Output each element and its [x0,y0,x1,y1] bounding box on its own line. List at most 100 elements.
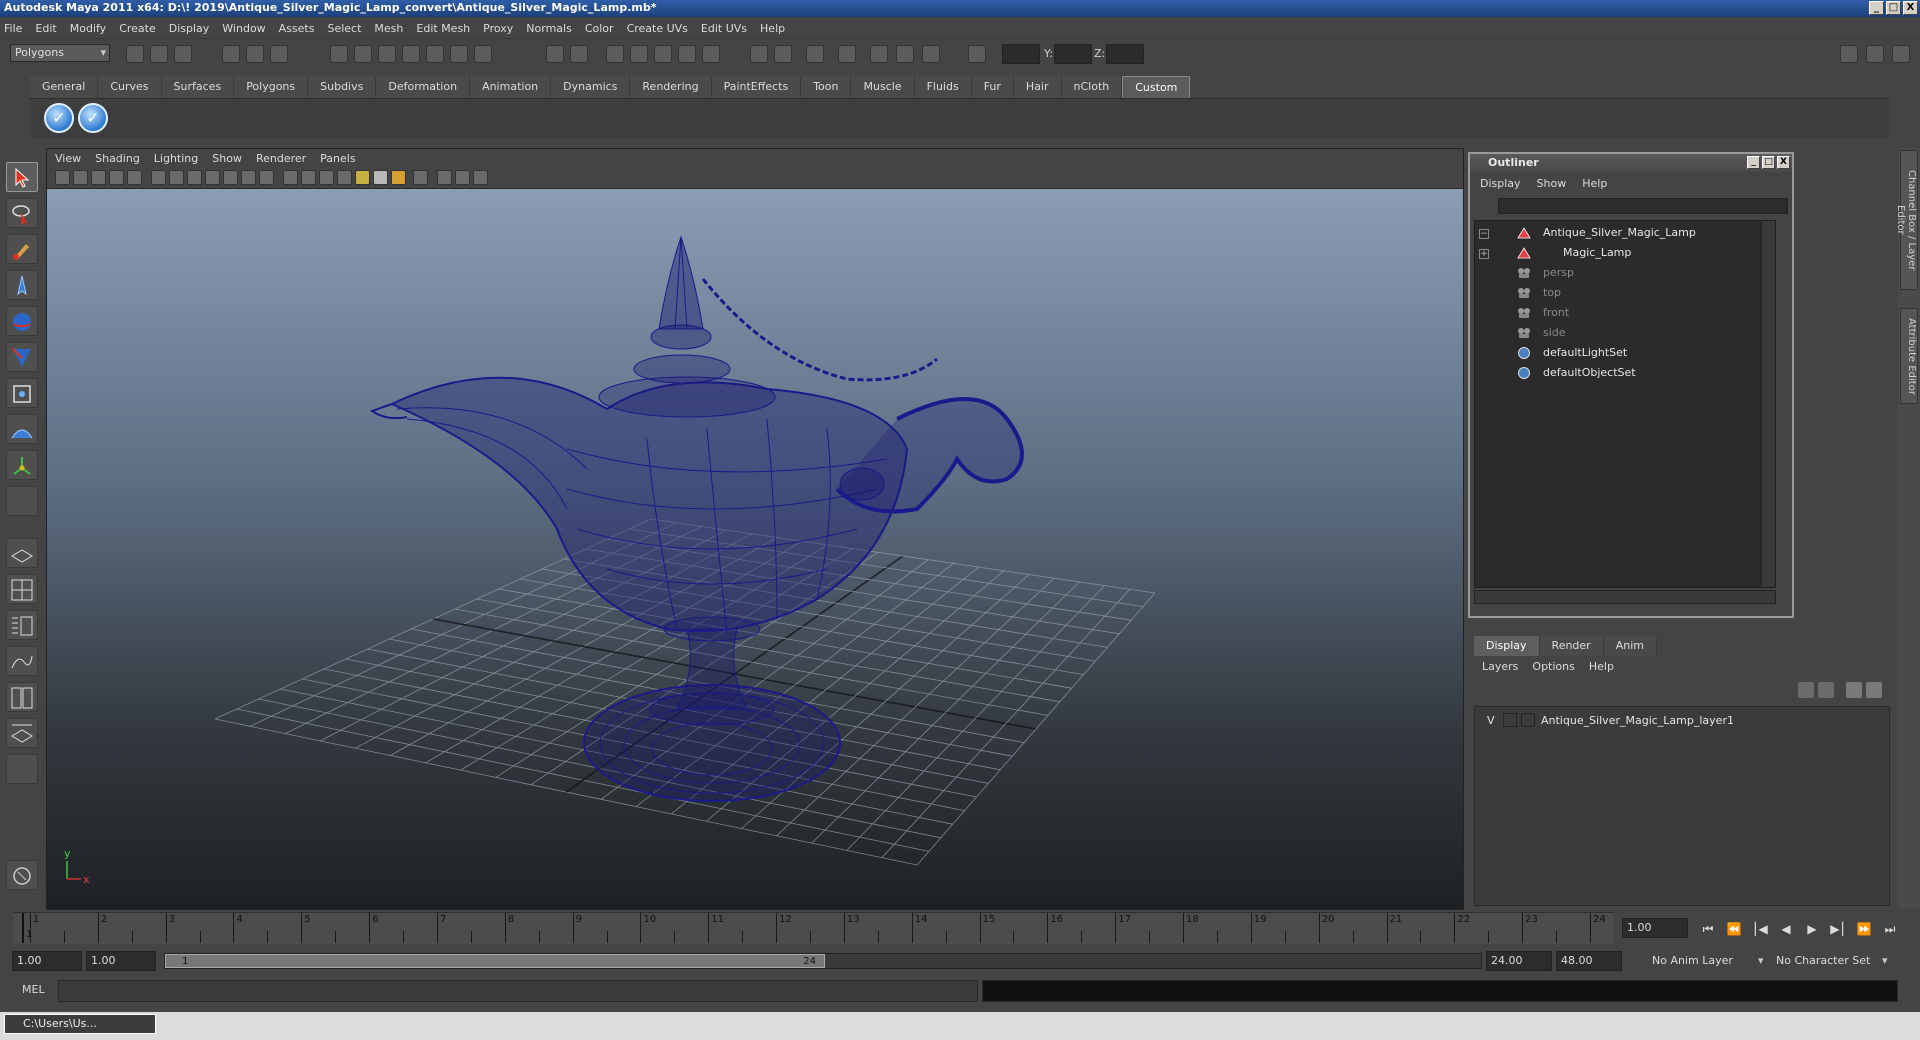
outliner-maximize-button[interactable]: □ [1762,156,1775,169]
channel-box-icon[interactable] [1866,45,1884,63]
film-gate-icon[interactable] [169,170,184,185]
safe-action-icon[interactable] [241,170,256,185]
time-slider[interactable]: 1 12345678910111213141516171819202122232… [14,912,1614,944]
select-tool-icon[interactable] [6,162,38,192]
grid-toggle-icon[interactable] [151,170,166,185]
snapshot-icon[interactable] [774,45,792,63]
outliner-menu-display[interactable]: Display [1480,177,1521,190]
image-plane-icon[interactable] [109,170,124,185]
outliner-close-button[interactable]: X [1777,156,1790,169]
animation-start-field[interactable]: 1.00 [12,951,82,971]
outliner-layout-icon[interactable] [6,610,38,640]
ipr-render-icon[interactable] [630,45,648,63]
new-scene-icon[interactable] [126,45,144,63]
menu-normals[interactable]: Normals [526,22,572,35]
camera-attributes-icon[interactable] [73,170,88,185]
tab-anim[interactable]: Anim [1603,636,1657,656]
outliner-scrollbar[interactable] [1761,221,1775,587]
default-lighting-icon[interactable] [355,170,370,185]
checkmark-icon[interactable]: ✓ [44,103,74,133]
render-region-icon[interactable] [702,45,720,63]
outliner-filter-input[interactable] [1498,198,1788,214]
render-frame-icon[interactable] [606,45,624,63]
viewport-menu-renderer[interactable]: Renderer [256,152,306,165]
lock-icon[interactable] [546,45,564,63]
menu-modify[interactable]: Modify [70,22,106,35]
new-layer-selected-icon[interactable] [1866,682,1882,698]
step-back-frame-icon[interactable]: ⏪ [1726,922,1742,936]
save-scene-icon[interactable] [174,45,192,63]
outliner-item[interactable]: top [1475,283,1775,303]
outliner-item[interactable]: + Magic_Lamp [1475,243,1775,263]
shelf-tab-painteffects[interactable]: PaintEffects [711,76,802,98]
layer-type-toggle[interactable] [1503,713,1517,727]
layer-visibility-toggle[interactable]: V [1487,714,1495,727]
viewport-menu-lighting[interactable]: Lighting [154,152,198,165]
render-settings-icon[interactable] [654,45,672,63]
show-manipulator-icon[interactable] [6,450,38,480]
select-component-icon[interactable] [270,45,288,63]
chevron-down-icon[interactable]: ▾ [1882,954,1888,967]
select-hierarchy-icon[interactable] [222,45,240,63]
shelf-tab-rendering[interactable]: Rendering [630,76,712,98]
y-input[interactable] [1054,44,1092,64]
tool-settings-icon[interactable] [1892,45,1910,63]
expand-icon[interactable]: + [1479,249,1489,259]
menu-proxy[interactable]: Proxy [483,22,513,35]
textured-icon[interactable] [337,170,352,185]
minimize-button[interactable]: _ [1869,1,1884,15]
four-view-layout-icon[interactable] [6,574,38,604]
shelf-tab-custom[interactable]: Custom [1122,76,1191,98]
snap-view-icon[interactable] [402,45,420,63]
current-frame-field[interactable]: 1.00 [1622,918,1688,938]
attribute-toggle-icon[interactable] [806,45,824,63]
tab-render[interactable]: Render [1539,636,1604,656]
layer-menu-help[interactable]: Help [1589,660,1614,673]
last-tool-icon[interactable] [6,486,38,516]
isolate-select-icon[interactable] [413,170,428,185]
shelf-tab-animation[interactable]: Animation [470,76,552,98]
playback-end-field[interactable]: 24.00 [1486,951,1552,971]
camera-select-icon[interactable] [55,170,70,185]
collapse-toolbox-icon[interactable] [6,754,38,784]
menu-file[interactable]: File [4,22,22,35]
menu-edit[interactable]: Edit [35,22,56,35]
shelf-tab-fluids[interactable]: Fluids [914,76,972,98]
menu-select[interactable]: Select [327,22,361,35]
hypershade-icon[interactable] [678,45,696,63]
outliner-menu-help[interactable]: Help [1582,177,1607,190]
shelf-tab-muscle[interactable]: Muscle [851,76,915,98]
construction-history-icon[interactable] [450,45,468,63]
xray-icon[interactable] [437,170,452,185]
hypershade-layout-icon[interactable] [6,682,38,712]
new-layer-icon[interactable] [1846,682,1862,698]
outliner-item[interactable]: persp [1475,263,1775,283]
viewport-menu-show[interactable]: Show [212,152,242,165]
shelf-tab-deformation[interactable]: Deformation [376,76,471,98]
universal-manipulator-icon[interactable] [6,378,38,408]
character-set-dropdown[interactable]: No Character Set [1772,951,1882,971]
smooth-shade-icon[interactable] [301,170,316,185]
sidebar-toggle-icon[interactable] [1840,45,1858,63]
menu-help[interactable]: Help [760,22,785,35]
camera-options-icon[interactable] [922,45,940,63]
render-view-icon[interactable] [838,45,856,63]
menu-assets[interactable]: Assets [279,22,315,35]
taskbar-item[interactable]: C:\Users\Us... [4,1014,156,1034]
bookmark-icon[interactable] [91,170,106,185]
single-perspective-layout-icon[interactable] [6,538,38,568]
shelf-tab-subdivs[interactable]: Subdivs [308,76,377,98]
go-to-end-icon[interactable]: ⏭ [1882,922,1898,936]
move-layer-up-icon[interactable] [1798,682,1814,698]
outliner-hscrollbar[interactable] [1474,590,1776,604]
playback-start-field[interactable]: 1.00 [86,951,156,971]
menu-display[interactable]: Display [169,22,210,35]
shelf-tab-general[interactable]: General [30,76,99,98]
step-forward-key-icon[interactable]: ▶⎮ [1830,922,1846,936]
go-to-start-icon[interactable]: ⏮ [1700,922,1716,936]
perspective-viewport[interactable]: View Shading Lighting Show Renderer Pane… [46,148,1464,910]
paint-tool-icon[interactable] [896,45,914,63]
field-chart-icon[interactable] [223,170,238,185]
step-back-key-icon[interactable]: ⎮◀ [1752,922,1768,936]
viewport-menu-panels[interactable]: Panels [320,152,355,165]
